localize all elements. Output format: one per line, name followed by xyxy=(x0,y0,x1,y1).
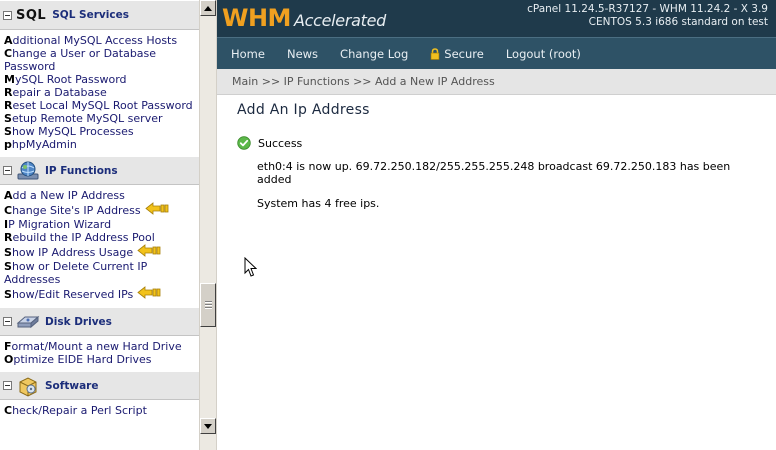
nav-secure-label: Secure xyxy=(444,46,484,61)
scroll-up-button[interactable] xyxy=(200,0,216,16)
nav-item-repair-database[interactable]: Repair a Database xyxy=(4,86,194,99)
collapse-icon[interactable] xyxy=(3,317,12,326)
software-box-icon xyxy=(16,375,40,397)
version-line-1: cPanel 11.24.5-R37127 - WHM 11.24.2 - X … xyxy=(527,3,768,15)
nav-item-show-ip-usage[interactable]: Show IP Address Usage xyxy=(4,246,133,259)
nav-item-mysql-root-password[interactable]: MySQL Root Password xyxy=(4,73,194,86)
nav-item-setup-remote-mysql[interactable]: Setup Remote MySQL server xyxy=(4,112,194,125)
collapse-icon[interactable] xyxy=(3,10,12,20)
left-scrollbar[interactable] xyxy=(199,0,216,450)
scroll-down-button[interactable] xyxy=(200,418,216,434)
chevron-down-icon xyxy=(204,423,212,429)
nav-item-change-user-db-password[interactable]: Change a User or Database Password xyxy=(4,47,194,73)
top-nav: Home News Change Log Secure Logout (root… xyxy=(217,37,776,69)
nav-item-ip-migration-wizard[interactable]: IP Migration Wizard xyxy=(4,218,194,231)
network-globe-icon xyxy=(16,160,40,182)
result-message: eth0:4 is now up. 69.72.250.182/255.255.… xyxy=(257,160,731,186)
nav-home[interactable]: Home xyxy=(231,47,265,61)
pointer-arrow-icon xyxy=(137,286,161,302)
hard-drive-icon xyxy=(16,311,40,333)
nav-secure[interactable]: Secure xyxy=(430,47,484,61)
nav-item-show-delete-current-ips[interactable]: Show or Delete Current IP Addresses xyxy=(4,260,194,286)
logo-main-text: WHM xyxy=(222,4,291,32)
main-frame: WHM Accelerated cPanel 11.24.5-R37127 - … xyxy=(217,0,776,450)
success-check-icon xyxy=(237,136,251,150)
nav-item-change-site-ip[interactable]: Change Site's IP Address xyxy=(4,204,141,217)
section-header-ip-functions[interactable]: IP Functions xyxy=(0,156,199,185)
section-title: SQL Services xyxy=(52,9,129,21)
top-header: WHM Accelerated cPanel 11.24.5-R37127 - … xyxy=(217,0,776,37)
chevron-up-icon xyxy=(204,5,212,11)
whm-logo: WHM Accelerated xyxy=(222,4,386,34)
sql-services-items: Additional MySQL Access Hosts Change a U… xyxy=(0,30,199,156)
section-header-disk-drives[interactable]: Disk Drives xyxy=(0,307,199,336)
breadcrumb: Main >> IP Functions >> Add a New IP Add… xyxy=(217,69,776,95)
nav-news[interactable]: News xyxy=(287,47,318,61)
nav-item-rebuild-ip-pool[interactable]: Rebuild the IP Address Pool xyxy=(4,231,194,244)
version-line-2: CENTOS 5.3 i686 standard on test xyxy=(588,16,768,28)
nav-item-phpmyadmin[interactable]: phpMyAdmin xyxy=(4,138,194,151)
status-row: Success xyxy=(237,136,756,150)
nav-item-additional-mysql-access-hosts[interactable]: Additional MySQL Access Hosts xyxy=(4,34,194,47)
status-text: Success xyxy=(258,136,303,150)
left-nav-frame: SQL SQL Services Additional MySQL Access… xyxy=(0,0,216,450)
nav-logout[interactable]: Logout (root) xyxy=(506,47,581,61)
nav-item-reset-mysql-root-password[interactable]: Reset Local MySQL Root Password xyxy=(4,99,194,112)
mouse-cursor-icon xyxy=(244,257,257,277)
collapse-icon[interactable] xyxy=(3,381,12,390)
nav-item-format-mount-drive[interactable]: Format/Mount a new Hard Drive xyxy=(4,340,194,353)
disk-drives-items: Format/Mount a new Hard Drive Optimize E… xyxy=(0,336,199,371)
page-title: Add An Ip Address xyxy=(237,102,370,118)
nav-change-log[interactable]: Change Log xyxy=(340,47,408,61)
lock-icon xyxy=(430,47,440,60)
scroll-thumb[interactable] xyxy=(200,283,216,327)
collapse-icon[interactable] xyxy=(3,166,12,175)
software-items: Check/Repair a Perl Script xyxy=(0,400,199,422)
section-header-software[interactable]: Software xyxy=(0,371,199,400)
nav-item-optimize-eide[interactable]: Optimize EIDE Hard Drives xyxy=(4,353,194,366)
free-ips-message: System has 4 free ips. xyxy=(257,197,380,210)
nav-item-show-mysql-processes[interactable]: Show MySQL Processes xyxy=(4,125,194,138)
section-title: Disk Drives xyxy=(45,315,112,328)
logo-sub-text: Accelerated xyxy=(293,11,386,30)
nav-item-add-new-ip[interactable]: Add a New IP Address xyxy=(4,189,194,202)
section-header-sql-services[interactable]: SQL SQL Services xyxy=(0,0,199,30)
ip-functions-items: Add a New IP Address Change Site's IP Ad… xyxy=(0,185,199,307)
nav-item-show-edit-reserved-ips[interactable]: Show/Edit Reserved IPs xyxy=(4,288,133,301)
main-content: Add An Ip Address Success eth0:4 is now … xyxy=(217,95,776,217)
pointer-arrow-icon xyxy=(144,202,169,218)
nav-item-check-repair-perl[interactable]: Check/Repair a Perl Script xyxy=(4,404,194,417)
left-nav-list: SQL SQL Services Additional MySQL Access… xyxy=(0,0,199,450)
version-info: cPanel 11.24.5-R37127 - WHM 11.24.2 - X … xyxy=(527,3,768,29)
section-title: IP Functions xyxy=(45,164,118,177)
section-title: Software xyxy=(45,379,99,392)
sql-logo-icon: SQL xyxy=(16,7,47,23)
pointer-arrow-icon xyxy=(137,244,161,260)
